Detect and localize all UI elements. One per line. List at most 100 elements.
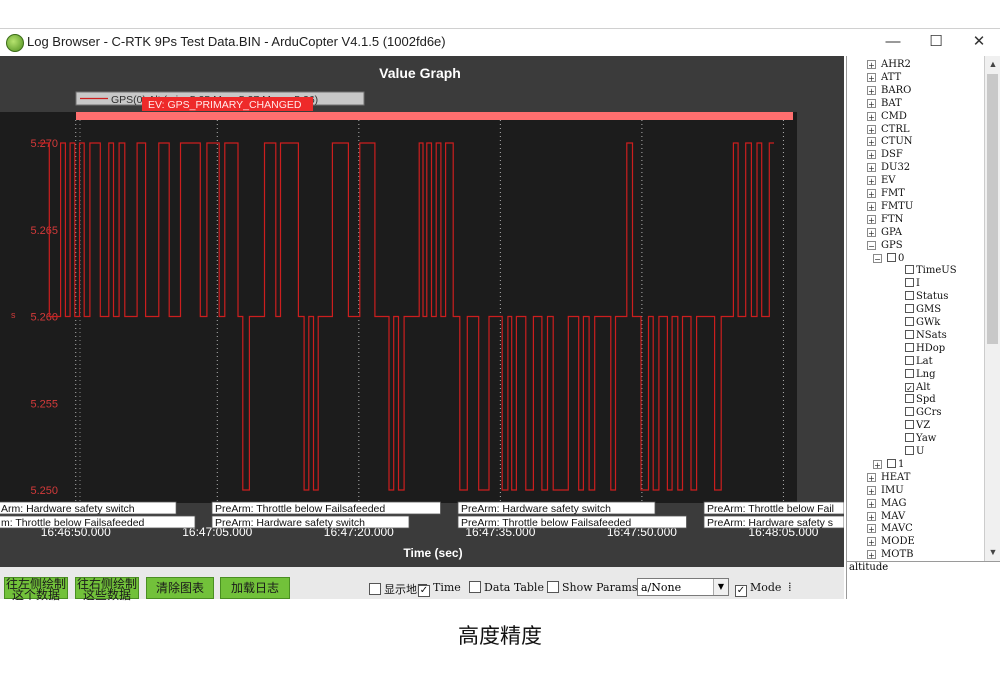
- tree-item-ev[interactable]: + EV: [867, 174, 896, 187]
- maximize-button[interactable]: ☐: [916, 31, 956, 53]
- tree-field-lng[interactable]: Lng: [905, 368, 935, 381]
- clear-graph-button[interactable]: 清除图表: [146, 577, 214, 599]
- expand-icon[interactable]: +: [873, 459, 882, 470]
- tree-field-timeus[interactable]: TimeUS: [905, 264, 957, 277]
- scroll-thumb[interactable]: [987, 74, 998, 344]
- tree-item-att[interactable]: + ATT: [867, 71, 901, 84]
- tree-item-imu[interactable]: + IMU: [867, 484, 904, 497]
- tree-field-gwk[interactable]: GWk: [905, 316, 940, 329]
- tree-item-ftn[interactable]: + FTN: [867, 213, 903, 226]
- tree-item-fmtu[interactable]: + FMTU: [867, 200, 913, 213]
- tree-checkbox[interactable]: [905, 291, 914, 301]
- tree-item-ahr2[interactable]: + AHR2: [867, 58, 911, 71]
- scroll-down-icon[interactable]: ▼: [985, 544, 1000, 560]
- tree-item-fmt[interactable]: + FMT: [867, 187, 905, 200]
- close-button[interactable]: ✕: [959, 31, 999, 53]
- expand-icon[interactable]: +: [867, 124, 876, 135]
- expand-icon[interactable]: +: [867, 163, 876, 173]
- tree-item-dsf[interactable]: + DSF: [867, 148, 903, 161]
- expand-icon[interactable]: +: [867, 150, 876, 160]
- tree-checkbox[interactable]: [905, 265, 914, 275]
- tree-item-gps[interactable]: − GPS: [867, 239, 903, 252]
- expand-icon[interactable]: +: [867, 201, 876, 212]
- tree-field-lat[interactable]: Lat: [905, 355, 933, 368]
- scroll-up-icon[interactable]: ▲: [985, 56, 1000, 72]
- minimize-button[interactable]: —: [873, 31, 913, 53]
- expand-icon[interactable]: +: [867, 189, 876, 199]
- expand-icon[interactable]: +: [867, 227, 876, 238]
- load-log-button[interactable]: 加载日志: [220, 577, 290, 599]
- tree-checkbox[interactable]: [905, 342, 914, 352]
- tree-checkbox[interactable]: [905, 420, 914, 430]
- expand-icon[interactable]: +: [867, 511, 876, 522]
- series-select[interactable]: a/None ▼: [637, 578, 729, 596]
- tree-checkbox[interactable]: [905, 355, 914, 365]
- tree-field-vz[interactable]: VZ: [905, 419, 930, 432]
- tree-field-i[interactable]: I: [905, 277, 920, 290]
- collapse-icon[interactable]: −: [867, 240, 876, 251]
- tree-item-heat[interactable]: + HEAT: [867, 471, 910, 484]
- expand-icon[interactable]: +: [867, 498, 876, 509]
- expand-icon[interactable]: +: [867, 472, 876, 483]
- tree-checkbox[interactable]: [905, 368, 914, 378]
- plot-left-button[interactable]: 往左侧绘制 这个数据: [4, 577, 68, 601]
- expand-icon[interactable]: +: [867, 98, 876, 109]
- tree-checkbox[interactable]: [905, 317, 914, 326]
- tree-item-mag[interactable]: + MAG: [867, 497, 906, 510]
- tree-field-hdop[interactable]: HDop: [905, 342, 945, 355]
- data-table-checkbox[interactable]: Data Table: [469, 581, 544, 594]
- tree-item-du32[interactable]: + DU32: [867, 161, 910, 174]
- expand-icon[interactable]: +: [867, 550, 876, 560]
- tree-item-motb[interactable]: + MOTB: [867, 548, 913, 561]
- collapse-icon[interactable]: −: [873, 253, 882, 264]
- tree-item-mavc[interactable]: + MAVC: [867, 522, 913, 535]
- value-graph[interactable]: Value Graph 5.2705.2655.2605.2555.250 16…: [0, 56, 844, 567]
- tree-field-alt[interactable]: ✓ Alt: [905, 381, 930, 394]
- tree-item-ctrl[interactable]: + CTRL: [867, 123, 910, 136]
- graph-pane[interactable]: Value Graph 5.270 5.265 5.260 5.255 5.250 16…: [0, 56, 844, 567]
- tree-checkbox[interactable]: [905, 407, 914, 417]
- mode-box[interactable]: ✓: [735, 585, 747, 597]
- data-table-box[interactable]: [469, 581, 481, 593]
- tree-item-ctun[interactable]: + CTUN: [867, 135, 913, 148]
- expand-icon[interactable]: +: [867, 85, 876, 96]
- expand-icon[interactable]: +: [867, 176, 876, 186]
- expand-icon[interactable]: +: [867, 485, 876, 496]
- tree-item-gps-0[interactable]: −0: [873, 252, 904, 265]
- show-map-box[interactable]: [369, 583, 381, 595]
- chevron-down-icon[interactable]: ▼: [713, 579, 728, 595]
- tree-scrollbar[interactable]: ▲ ▼: [984, 56, 1000, 561]
- expand-icon[interactable]: +: [867, 72, 876, 83]
- tree-field-status[interactable]: Status: [905, 290, 948, 303]
- tree-item-bat[interactable]: + BAT: [867, 97, 902, 110]
- tree-checkbox[interactable]: [905, 304, 914, 314]
- expand-icon[interactable]: +: [867, 60, 876, 70]
- tree-checkbox[interactable]: [905, 446, 914, 455]
- tree-item-mode[interactable]: + MODE: [867, 535, 915, 548]
- tree-item-mav[interactable]: + MAV: [867, 510, 905, 523]
- plot-right-button[interactable]: 往右侧绘制 这些数据: [75, 577, 139, 601]
- show-params-box[interactable]: [547, 581, 559, 593]
- tree-field-gms[interactable]: GMS: [905, 303, 941, 316]
- tree-checkbox[interactable]: [905, 433, 914, 443]
- tree-item-baro[interactable]: + BARO: [867, 84, 911, 97]
- tree-item-gpa[interactable]: + GPA: [867, 226, 902, 239]
- tree-item-cmd[interactable]: + CMD: [867, 110, 907, 123]
- tree-checkbox[interactable]: ✓: [905, 382, 914, 393]
- tree-checkbox[interactable]: [887, 458, 896, 468]
- message-tree[interactable]: + AHR2 + ATT + BARO + BAT + CMD + CTRL + CTUN + DSF + DU3…: [846, 56, 1000, 561]
- expand-icon[interactable]: +: [867, 537, 876, 547]
- tree-item-gps-1[interactable]: +1: [873, 458, 904, 471]
- expand-icon[interactable]: +: [867, 524, 876, 534]
- expand-icon[interactable]: +: [867, 137, 876, 147]
- tree-checkbox[interactable]: [905, 329, 914, 339]
- expand-icon[interactable]: +: [867, 214, 876, 225]
- expand-icon[interactable]: +: [867, 111, 876, 122]
- tree-field-nsats[interactable]: NSats: [905, 329, 947, 342]
- tree-field-spd[interactable]: Spd: [905, 393, 936, 406]
- time-checkbox[interactable]: ✓ Time: [418, 581, 461, 597]
- tree-checkbox[interactable]: [887, 252, 896, 262]
- tree-field-u[interactable]: U: [905, 445, 924, 458]
- tree-field-gcrs[interactable]: GCrs: [905, 406, 942, 419]
- tree-field-yaw[interactable]: Yaw: [905, 432, 936, 445]
